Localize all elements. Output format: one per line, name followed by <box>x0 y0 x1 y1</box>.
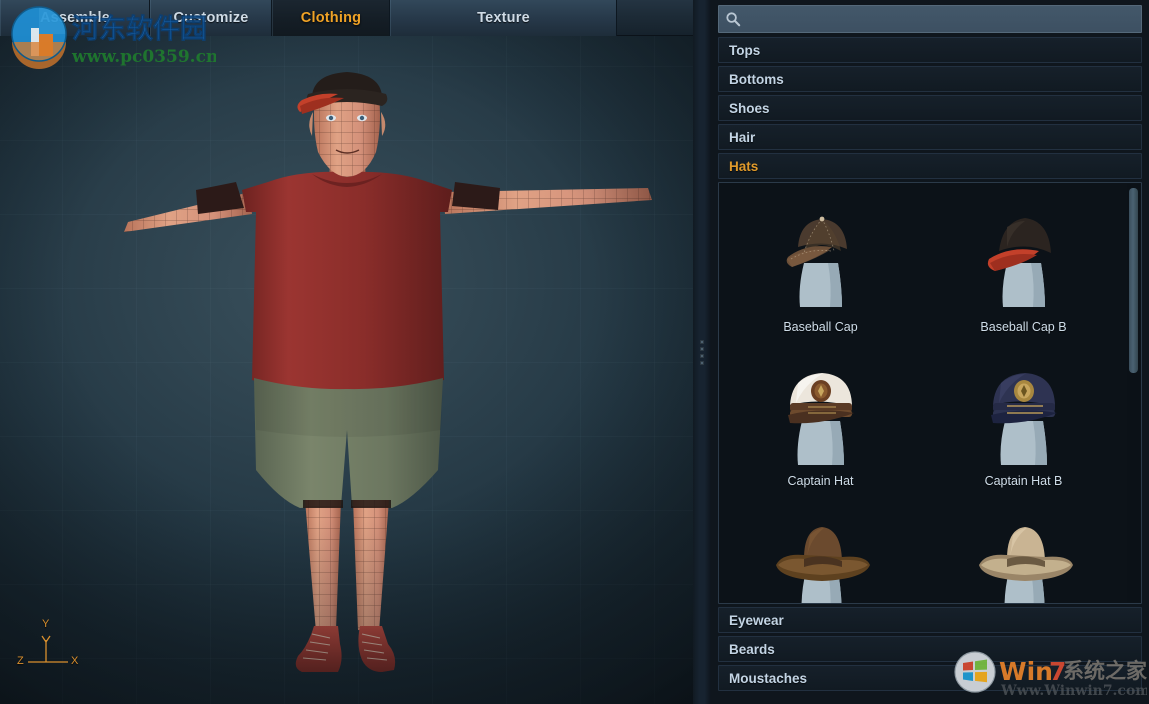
item-captain-hat-label: Captain Hat <box>787 474 854 488</box>
search-icon <box>726 12 741 27</box>
item-cowboy-hat-thumbnail <box>746 509 896 603</box>
category-bottoms-label: Bottoms <box>729 71 784 87</box>
item-captain-hat-b[interactable]: Captain Hat B <box>939 355 1109 509</box>
tab-customize[interactable]: Customize <box>150 0 272 36</box>
tab-customize-label: Customize <box>173 10 249 26</box>
item-baseball-cap-b[interactable]: Baseball Cap B <box>939 201 1109 355</box>
category-eyewear[interactable]: Eyewear <box>718 607 1142 633</box>
app-root: Y X Z Assemble Customize Clothing Textur… <box>0 0 1149 704</box>
item-grid-scrollbar[interactable] <box>1127 184 1140 602</box>
item-baseball-cap-thumbnail <box>746 201 896 319</box>
category-shoes[interactable]: Shoes <box>718 95 1142 121</box>
category-hair[interactable]: Hair <box>718 124 1142 150</box>
tab-texture[interactable]: Texture <box>390 0 617 36</box>
tab-assemble[interactable]: Assemble <box>0 0 150 36</box>
category-hats-label: Hats <box>729 158 759 174</box>
category-beards-label: Beards <box>729 641 775 657</box>
category-moustaches-label: Moustaches <box>729 670 808 686</box>
axis-label-z: Z <box>17 655 24 667</box>
splitter-grip[interactable] <box>700 339 704 365</box>
hats-item-grid: Baseball Cap Baseball Cap B Captain Hat … <box>719 183 1125 603</box>
item-baseball-cap[interactable]: Baseball Cap <box>736 201 906 355</box>
axis-label-x: X <box>71 655 79 667</box>
item-captain-hat-b-label: Captain Hat B <box>984 474 1063 488</box>
category-moustaches[interactable]: Moustaches <box>718 665 1142 691</box>
item-captain-hat[interactable]: Captain Hat <box>736 355 906 509</box>
item-baseball-cap-b-label: Baseball Cap B <box>980 320 1067 334</box>
category-tops-label: Tops <box>729 42 761 58</box>
item-baseball-cap-b-thumbnail <box>949 201 1099 319</box>
tab-assemble-label: Assemble <box>39 10 111 26</box>
clothing-browser-panel: Tops Bottoms Shoes Hair Hats Baseball Ca… <box>711 0 1149 704</box>
item-grid-scrollbar-thumb[interactable] <box>1129 188 1138 373</box>
axis-label-y: Y <box>42 618 50 630</box>
category-hair-label: Hair <box>729 129 756 145</box>
item-cowboy-hat[interactable] <box>736 509 906 603</box>
item-cowboy-hat-b-thumbnail <box>949 509 1099 603</box>
category-eyewear-label: Eyewear <box>729 612 784 628</box>
item-captain-hat-thumbnail <box>746 355 896 473</box>
viewport-vignette <box>0 0 693 704</box>
category-bottoms[interactable]: Bottoms <box>718 66 1142 92</box>
tab-texture-label: Texture <box>477 10 530 26</box>
item-baseball-cap-label: Baseball Cap <box>783 320 858 334</box>
3d-viewport[interactable]: Y X Z Assemble Customize Clothing Textur… <box>0 0 693 704</box>
hats-item-grid-container: Baseball Cap Baseball Cap B Captain Hat … <box>718 182 1142 604</box>
axis-gizmo: Y X Z <box>14 618 86 680</box>
category-shoes-label: Shoes <box>729 100 770 116</box>
panel-splitter[interactable] <box>693 0 711 704</box>
search-input[interactable] <box>746 11 1135 27</box>
main-tab-bar: Assemble Customize Clothing Texture <box>0 0 693 36</box>
tab-clothing[interactable]: Clothing <box>272 0 390 36</box>
category-beards[interactable]: Beards <box>718 636 1142 662</box>
item-captain-hat-b-thumbnail <box>949 355 1099 473</box>
category-hats[interactable]: Hats <box>718 153 1142 179</box>
search-bar[interactable] <box>718 5 1142 33</box>
item-cowboy-hat-b[interactable] <box>939 509 1109 603</box>
category-tops[interactable]: Tops <box>718 37 1142 63</box>
tab-clothing-label: Clothing <box>300 10 362 26</box>
